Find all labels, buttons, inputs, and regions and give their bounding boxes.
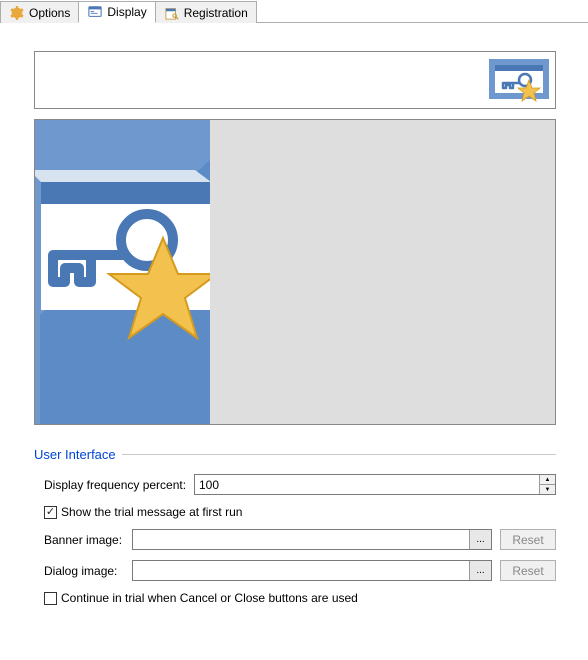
dialog-preview (34, 119, 556, 425)
show-trial-label: Show the trial message at first run (61, 505, 242, 519)
tab-registration[interactable]: Registration (155, 1, 257, 23)
dialog-image-input-wrap: ... (132, 560, 492, 581)
freq-label: Display frequency percent: (44, 478, 194, 492)
tab-options-label: Options (29, 6, 70, 20)
show-trial-checkbox[interactable]: ✓ (44, 506, 57, 519)
gear-icon (9, 5, 25, 21)
spin-up[interactable]: ▲ (540, 475, 555, 485)
dialog-image-label: Dialog image: (44, 564, 132, 578)
banner-image-input-wrap: ... (132, 529, 492, 550)
user-interface-group: User Interface Display frequency percent… (34, 447, 556, 605)
freq-spinner: ▲ ▼ (539, 475, 555, 494)
banner-image-input[interactable] (133, 530, 469, 549)
spin-down[interactable]: ▼ (540, 485, 555, 494)
key-star-icon (35, 120, 210, 424)
dialog-reset-button[interactable]: Reset (500, 560, 556, 581)
freq-input[interactable] (195, 475, 539, 494)
dialog-image-input[interactable] (133, 561, 469, 580)
tab-display[interactable]: Display (78, 1, 155, 23)
registration-icon (164, 5, 180, 21)
banner-reset-button[interactable]: Reset (500, 529, 556, 550)
dialog-browse-button[interactable]: ... (469, 561, 491, 580)
continue-trial-checkbox[interactable] (44, 592, 57, 605)
banner-image-label: Banner image: (44, 533, 132, 547)
tab-display-label: Display (107, 5, 146, 19)
dialog-preview-sidebar (35, 120, 210, 424)
freq-input-wrap: ▲ ▼ (194, 474, 556, 495)
tab-options[interactable]: Options (0, 1, 79, 23)
key-star-icon (489, 56, 549, 105)
continue-trial-label: Continue in trial when Cancel or Close b… (61, 591, 358, 605)
banner-preview (34, 51, 556, 109)
group-title: User Interface (34, 447, 116, 462)
group-divider (122, 454, 556, 455)
display-icon (87, 4, 103, 20)
tab-strip: Options Display Registration (0, 0, 588, 23)
banner-browse-button[interactable]: ... (469, 530, 491, 549)
tab-registration-label: Registration (184, 6, 248, 20)
content-area: User Interface Display frequency percent… (0, 23, 588, 625)
